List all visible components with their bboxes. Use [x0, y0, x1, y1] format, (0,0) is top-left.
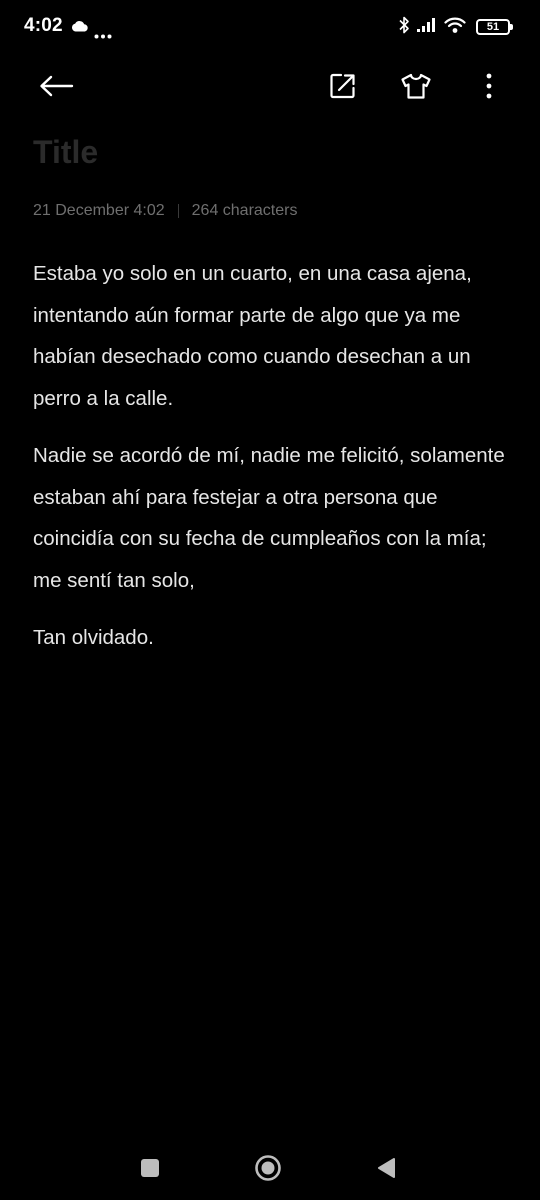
share-button[interactable]: [321, 64, 365, 108]
status-icons: 51: [398, 14, 513, 40]
share-icon: [330, 73, 355, 99]
note-paragraph: Tan olvidado.: [33, 626, 154, 649]
status-time: 4:02: [24, 15, 63, 36]
note-paragraph: Estaba yo solo en un cuarto, en una casa…: [33, 262, 472, 410]
back-arrow-icon: [40, 75, 74, 97]
wifi-icon: [444, 16, 466, 39]
note-meta: 21 December 4:02 264 characters: [33, 202, 297, 220]
status-bar: 4:02 51: [0, 0, 540, 56]
meta-divider: [177, 204, 179, 218]
theme-shirt-icon: [401, 73, 431, 99]
signal-icon: [416, 17, 438, 38]
note-body-editor[interactable]: Estaba yo solo en un cuarto, en una casa…: [33, 253, 513, 675]
more-notifications-icon: [94, 26, 112, 44]
note-date: 21 December 4:02: [33, 202, 165, 219]
back-triangle-icon: [378, 1158, 395, 1178]
theme-button[interactable]: [394, 64, 438, 108]
recents-button[interactable]: [130, 1148, 170, 1188]
home-button[interactable]: [248, 1148, 288, 1188]
more-vertical-icon: [486, 73, 492, 99]
recents-square-icon: [141, 1159, 159, 1177]
cloud-icon: [71, 19, 89, 37]
battery-icon: 51: [476, 19, 513, 35]
note-paragraph: Nadie se acordó de mí, nadie me felicitó…: [33, 444, 505, 592]
bluetooth-icon: [398, 15, 410, 40]
back-button[interactable]: [34, 64, 78, 108]
battery-level: 51: [486, 20, 500, 33]
note-title-input[interactable]: Title: [33, 134, 98, 171]
more-options-button[interactable]: [467, 64, 511, 108]
nav-back-button[interactable]: [366, 1148, 406, 1188]
system-nav-bar: [0, 1140, 540, 1196]
note-char-count: 264 characters: [191, 202, 298, 219]
note-toolbar: [0, 58, 540, 114]
home-circle-icon: [255, 1155, 281, 1181]
